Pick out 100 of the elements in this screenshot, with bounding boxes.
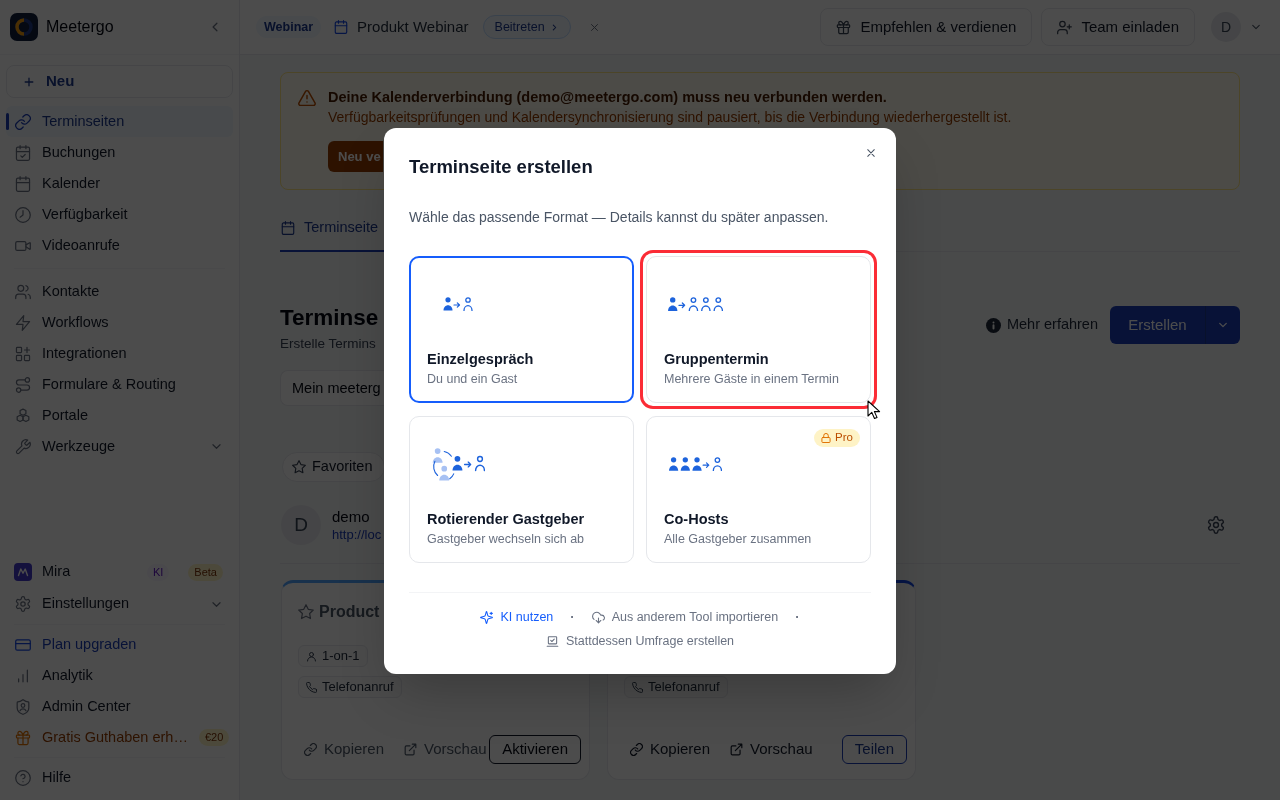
- shield-user-icon: [15, 698, 31, 715]
- ai-link[interactable]: KI nutzen: [480, 607, 554, 627]
- user-icon: [306, 650, 317, 662]
- survey-link[interactable]: Stattdessen Umfrage erstellen: [545, 631, 735, 651]
- close-icon: [865, 147, 877, 159]
- format-option[interactable]: Gruppentermin Mehrere Gäste in einem Termin: [646, 256, 871, 403]
- rotating-hosts-icon: [431, 447, 485, 481]
- settings-icon: [15, 596, 31, 612]
- info-icon: [985, 317, 1001, 333]
- nav-item[interactable]: Werkzeuge: [6, 431, 233, 462]
- lock-icon: [821, 433, 832, 443]
- beta-tag: Beta: [188, 563, 223, 581]
- gift-icon: [15, 729, 31, 746]
- create-button[interactable]: Erstellen: [1110, 306, 1205, 344]
- credit-card-icon: [15, 636, 31, 653]
- calendar-icon: [334, 20, 349, 34]
- close-button[interactable]: [865, 147, 877, 159]
- copy-link[interactable]: Kopieren: [630, 738, 711, 761]
- profile-url-link[interactable]: http://loc: [332, 525, 382, 544]
- option-description: Alle Gastgeber zusammen: [664, 531, 813, 547]
- separator-dot: ·: [795, 608, 800, 627]
- settings-button[interactable]: [1207, 516, 1225, 534]
- nav-item[interactable]: Kalender: [6, 168, 233, 199]
- referral-button[interactable]: Empfehlen & verdienen: [820, 8, 1033, 46]
- close-icon: [588, 21, 600, 33]
- nav-item[interactable]: Buchungen: [6, 137, 233, 168]
- app-logo-icon: [10, 13, 38, 41]
- preview-link[interactable]: Vorschau: [730, 738, 813, 761]
- nav-item[interactable]: Analytik: [6, 660, 233, 691]
- share-button[interactable]: Teilen: [841, 735, 907, 764]
- nav-item[interactable]: Mira KI Beta: [6, 556, 233, 588]
- nav-item[interactable]: Admin Center: [6, 691, 233, 722]
- invite-team-button[interactable]: Team einladen: [1041, 8, 1195, 46]
- join-button[interactable]: Beitreten: [482, 15, 571, 39]
- format-option[interactable]: Rotierender Gastgeber Gastgeber wechseln sich ab: [409, 416, 634, 563]
- page-subtitle: Erstelle Termins: [280, 335, 377, 353]
- dismiss-button[interactable]: [588, 21, 600, 33]
- brand-name: Meetergo: [46, 17, 114, 37]
- link-icon: [304, 743, 317, 756]
- calendar-icon: [15, 175, 31, 192]
- phone-icon: [632, 681, 643, 693]
- bar-chart-icon: [15, 667, 31, 684]
- external-link-icon: [730, 743, 744, 756]
- nav-item[interactable]: Verfügbarkeit: [6, 199, 233, 230]
- banner-title: Deine Kalenderverbindung (demo@meetergo.com) muss neu verbunden werden.: [328, 88, 887, 107]
- nav-item[interactable]: Terminseiten: [6, 106, 233, 137]
- activate-button[interactable]: Aktivieren: [489, 735, 581, 764]
- external-link-icon: [404, 743, 418, 756]
- event-type-tag: Webinar: [256, 16, 322, 38]
- option-description: Gastgeber wechseln sich ab: [427, 531, 586, 547]
- banner-message: Verfügbarkeitsprüfungen und Kalendersynchronisierung sind pausiert, bis die Verbindung wiederhergestellt ist.: [328, 108, 1012, 126]
- nav-item[interactable]: Videoanrufe: [6, 230, 233, 261]
- lightning-icon: [15, 314, 31, 331]
- tag-label: Telefonanruf: [648, 678, 720, 697]
- nav-item[interactable]: Hilfe: [6, 762, 233, 793]
- nav-item[interactable]: Gratis Guthaben erh… €20: [6, 722, 233, 753]
- nav-item[interactable]: Einstellungen: [6, 588, 233, 620]
- format-option[interactable]: Co-Hosts Alle Gastgeber zusammen Pro: [646, 416, 871, 563]
- profile-name: demo: [332, 506, 371, 526]
- warning-icon: [298, 89, 316, 107]
- calendar-icon: [281, 220, 295, 235]
- nav-item[interactable]: Integrationen: [6, 338, 233, 369]
- dialog-subtitle: Wähle das passende Format — Details kannst du später anpassen.: [409, 208, 830, 227]
- new-button[interactable]: Neu: [6, 65, 233, 98]
- event-title: Produkt Webinar: [357, 16, 469, 37]
- tag-label: 1-on-1: [322, 647, 360, 666]
- plan-label: Pro: [835, 430, 853, 446]
- help-icon: [15, 769, 31, 786]
- workspace-dropdown[interactable]: Mein meeterg: [280, 370, 384, 406]
- link-icon: [15, 113, 31, 130]
- boxes-icon: [15, 407, 31, 424]
- credit-tag: €20: [198, 729, 230, 746]
- wrench-icon: [15, 438, 31, 455]
- separator-dot: ·: [570, 608, 575, 627]
- format-option[interactable]: Einzelgespräch Du und ein Gast: [409, 256, 634, 403]
- tag-label: Telefonanruf: [322, 678, 394, 697]
- option-description: Mehrere Gäste in einem Termin: [664, 371, 840, 387]
- laptop-check-icon: [545, 634, 559, 648]
- create-options-button[interactable]: [1205, 306, 1240, 344]
- learn-more-link[interactable]: Mehr erfahren: [985, 314, 1098, 336]
- clock-icon: [15, 206, 31, 223]
- nav-item[interactable]: Portale: [6, 400, 233, 431]
- filter-chip[interactable]: Favoriten: [282, 452, 386, 482]
- sparkles-icon: [480, 610, 494, 624]
- host-to-guest-icon: [443, 297, 473, 311]
- option-title: Einzelgespräch: [427, 350, 535, 369]
- users-icon: [15, 283, 31, 300]
- page-title: Terminse: [280, 304, 379, 332]
- option-description: Du und ein Gast: [427, 371, 519, 387]
- user-plus-icon: [1057, 19, 1073, 35]
- star-icon: [298, 604, 314, 620]
- reconnect-button[interactable]: Neu ve: [328, 141, 383, 172]
- nav-item[interactable]: Kontakte: [6, 276, 233, 307]
- nav-item[interactable]: Formulare & Routing: [6, 369, 233, 400]
- import-link[interactable]: Aus anderem Tool importieren: [591, 607, 779, 627]
- nav-item[interactable]: Workflows: [6, 307, 233, 338]
- nav-item[interactable]: Plan upgraden: [6, 629, 233, 660]
- settings-icon: [1207, 516, 1225, 534]
- blocks-icon: [15, 345, 31, 362]
- cursor-icon: [867, 400, 881, 420]
